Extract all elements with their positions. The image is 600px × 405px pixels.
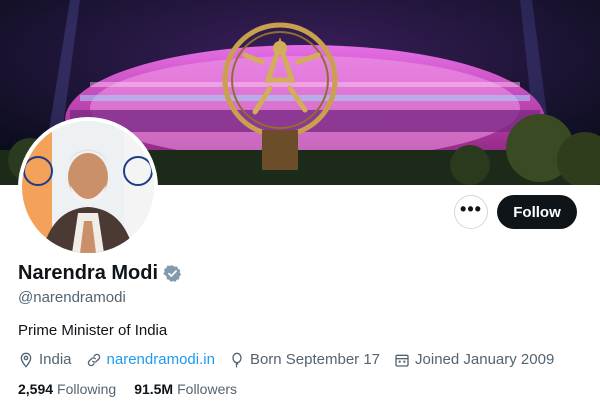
location-text: India xyxy=(39,351,72,368)
following-count: 2,594 xyxy=(18,381,54,397)
profile-name-row: Narendra Modi xyxy=(18,262,182,285)
follow-button[interactable]: Follow xyxy=(497,195,577,229)
meta-location: India xyxy=(18,351,72,368)
calendar-icon xyxy=(395,354,409,367)
followers-label: Followers xyxy=(177,381,238,397)
meta-born: Born September 17 xyxy=(229,351,380,368)
verified-badge-icon[interactable] xyxy=(163,264,182,283)
following-link[interactable]: 2,594 Following xyxy=(18,381,116,397)
born-text: Born September 17 xyxy=(249,351,381,368)
following-label: Following xyxy=(57,381,117,397)
followers-link[interactable]: 91.5M Followers xyxy=(134,381,237,397)
profile-name: Narendra Modi xyxy=(18,262,159,284)
balloon-icon xyxy=(232,352,242,368)
more-icon: ••• xyxy=(460,199,482,219)
profile-bio: Prime Minister of India xyxy=(18,322,168,339)
meta-website[interactable]: narendramodi.in xyxy=(86,351,215,368)
location-pin-icon xyxy=(20,352,32,368)
profile-meta: India narendramodi.in Born September 17 … xyxy=(18,351,568,368)
avatar-portrait xyxy=(22,121,154,253)
more-options-button[interactable]: ••• xyxy=(454,195,488,229)
link-icon xyxy=(87,353,100,366)
followers-count: 91.5M xyxy=(134,381,174,397)
avatar-frame[interactable] xyxy=(18,117,158,257)
website-link[interactable]: narendramodi.in xyxy=(107,351,215,368)
joined-text: Joined January 2009 xyxy=(415,351,555,368)
avatar[interactable] xyxy=(22,121,154,253)
meta-joined: Joined January 2009 xyxy=(394,351,554,368)
profile-handle: @narendramodi xyxy=(18,289,126,306)
profile-stats: 2,594 Following 91.5M Followers xyxy=(18,381,255,397)
